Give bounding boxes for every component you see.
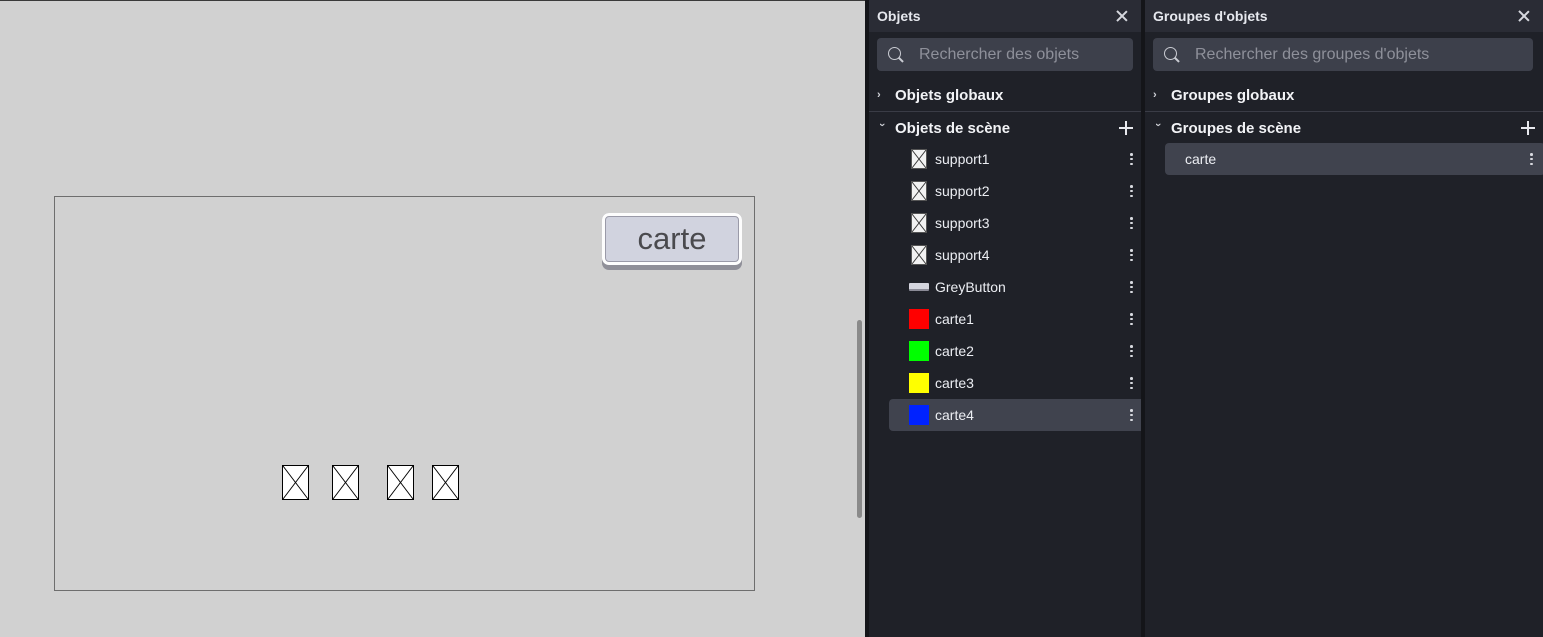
kebab-menu-icon[interactable] bbox=[1130, 313, 1133, 325]
kebab-menu-icon[interactable] bbox=[1130, 249, 1133, 261]
object-name: GreyButton bbox=[935, 279, 1006, 295]
support-sprite-4[interactable] bbox=[432, 465, 459, 500]
objects-scene-section[interactable]: › Objets de scène bbox=[869, 113, 1141, 143]
object-groups-panel: Groupes d'objets › Groupes globaux › Gro… bbox=[1141, 0, 1543, 637]
support-thumbnail-icon bbox=[909, 245, 929, 265]
list-item-carte2[interactable]: carte2 bbox=[889, 335, 1145, 367]
object-name: support1 bbox=[935, 151, 990, 167]
object-name: support3 bbox=[935, 215, 990, 231]
groups-panel-header: Groupes d'objets bbox=[1145, 0, 1543, 32]
object-name: support4 bbox=[935, 247, 990, 263]
list-item-carte3[interactable]: carte3 bbox=[889, 367, 1145, 399]
carte-button-label: carte bbox=[605, 216, 739, 262]
objects-global-section[interactable]: › Objets globaux bbox=[869, 80, 1141, 110]
group-name: carte bbox=[1185, 151, 1217, 167]
list-item-support1[interactable]: support1 bbox=[889, 143, 1145, 175]
object-name: carte2 bbox=[935, 343, 974, 359]
support-sprite-1[interactable] bbox=[282, 465, 309, 500]
groups-search-input[interactable] bbox=[1195, 45, 1515, 64]
list-item-greybutton[interactable]: GreyButton bbox=[889, 271, 1145, 303]
objects-search-box[interactable] bbox=[877, 38, 1133, 71]
support-thumbnail-icon bbox=[909, 149, 929, 169]
groups-list: carte bbox=[1145, 143, 1543, 175]
section-divider bbox=[1145, 111, 1543, 112]
close-icon[interactable] bbox=[1115, 9, 1129, 23]
list-item-support4[interactable]: support4 bbox=[889, 239, 1145, 271]
list-item-support2[interactable]: support2 bbox=[889, 175, 1145, 207]
color-swatch-icon bbox=[909, 341, 929, 361]
chevron-right-icon: › bbox=[877, 89, 881, 101]
close-icon[interactable] bbox=[1517, 9, 1531, 23]
kebab-menu-icon[interactable] bbox=[1130, 281, 1133, 293]
kebab-menu-icon[interactable] bbox=[1130, 217, 1133, 229]
button-thumbnail-icon bbox=[909, 277, 929, 297]
color-swatch-icon bbox=[909, 405, 929, 425]
list-item-carte1[interactable]: carte1 bbox=[889, 303, 1145, 335]
groups-global-section[interactable]: › Groupes globaux bbox=[1145, 80, 1543, 110]
editor-window: carte Objets › Objets globaux bbox=[0, 0, 1543, 637]
scene-vertical-scrollbar[interactable] bbox=[857, 320, 862, 518]
groups-panel-title: Groupes d'objets bbox=[1153, 8, 1268, 24]
objects-global-section-label: Objets globaux bbox=[895, 86, 1004, 104]
objects-panel: Objets › Objets globaux › Objets de scèn… bbox=[865, 0, 1145, 637]
support-sprite-2[interactable] bbox=[332, 465, 359, 500]
kebab-menu-icon[interactable] bbox=[1130, 185, 1133, 197]
objects-panel-header: Objets bbox=[869, 0, 1141, 32]
section-divider bbox=[869, 111, 1141, 112]
objects-search-input[interactable] bbox=[919, 45, 1129, 64]
kebab-menu-icon[interactable] bbox=[1530, 153, 1533, 165]
object-name: carte4 bbox=[935, 407, 974, 423]
object-name: support2 bbox=[935, 183, 990, 199]
color-swatch-icon bbox=[909, 309, 929, 329]
object-name: carte3 bbox=[935, 375, 974, 391]
support-thumbnail-icon bbox=[909, 213, 929, 233]
color-swatch-icon bbox=[909, 373, 929, 393]
search-icon bbox=[887, 46, 905, 64]
add-group-plus-icon[interactable] bbox=[1521, 121, 1535, 135]
objects-panel-title: Objets bbox=[877, 8, 921, 24]
support-thumbnail-icon bbox=[909, 181, 929, 201]
list-item-carte4[interactable]: carte4 bbox=[889, 399, 1145, 431]
object-name: carte1 bbox=[935, 311, 974, 327]
search-icon bbox=[1163, 46, 1181, 64]
kebab-menu-icon[interactable] bbox=[1130, 377, 1133, 389]
objects-scene-section-label: Objets de scène bbox=[895, 119, 1011, 137]
carte-button-face: carte bbox=[602, 213, 742, 265]
scene-canvas[interactable]: carte bbox=[0, 0, 865, 637]
kebab-menu-icon[interactable] bbox=[1130, 153, 1133, 165]
groups-scene-section[interactable]: › Groupes de scène bbox=[1145, 113, 1543, 143]
groups-search-box[interactable] bbox=[1153, 38, 1533, 71]
list-item-group-carte[interactable]: carte bbox=[1165, 143, 1543, 175]
kebab-menu-icon[interactable] bbox=[1130, 409, 1133, 421]
carte-button-instance[interactable]: carte bbox=[602, 213, 742, 270]
list-item-support3[interactable]: support3 bbox=[889, 207, 1145, 239]
groups-global-section-label: Groupes globaux bbox=[1171, 86, 1295, 104]
support-sprite-3[interactable] bbox=[387, 465, 414, 500]
chevron-down-icon: › bbox=[1152, 123, 1164, 127]
objects-list: support1 support2 support3 support4 Grey bbox=[869, 143, 1145, 431]
chevron-right-icon: › bbox=[1153, 89, 1157, 101]
chevron-down-icon: › bbox=[876, 123, 888, 127]
kebab-menu-icon[interactable] bbox=[1130, 345, 1133, 357]
groups-scene-section-label: Groupes de scène bbox=[1171, 119, 1302, 137]
add-object-plus-icon[interactable] bbox=[1119, 121, 1133, 135]
